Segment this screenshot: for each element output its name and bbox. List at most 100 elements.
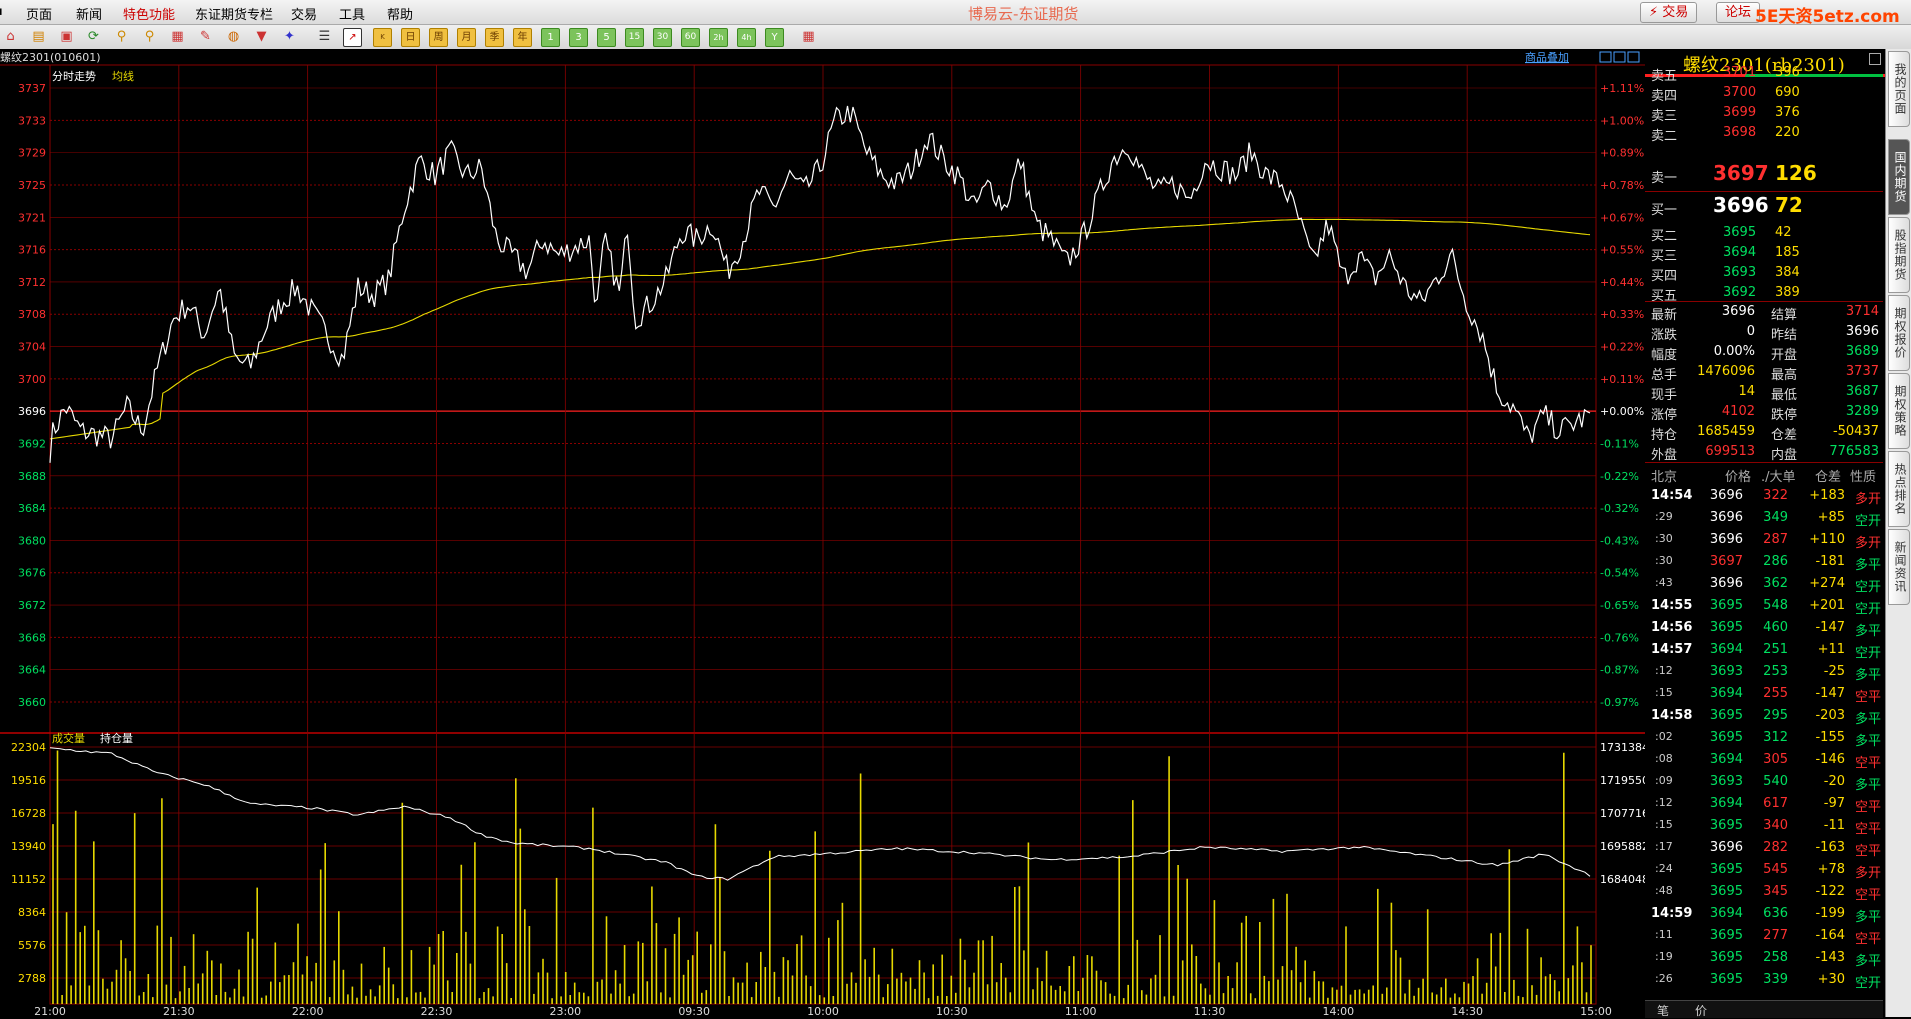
period-week[interactable]: 周 <box>429 28 448 47</box>
period-2h[interactable]: 2h <box>709 28 728 47</box>
trade-button[interactable]: ⚡ 交易 <box>1640 2 1698 23</box>
tick-row[interactable]: :26 3695 339 +30 空开 <box>1645 969 1883 991</box>
tick-row[interactable]: :48 3695 345 -122 空平 <box>1645 881 1883 903</box>
ask-row[interactable]: 卖三 3699 376 <box>1645 103 1883 124</box>
tick-price: 3696 <box>1709 510 1743 525</box>
folder-icon[interactable]: ▤ <box>30 28 47 45</box>
tick-row[interactable]: :30 3697 286 -181 多平 <box>1645 551 1883 573</box>
tick-row[interactable]: :30 3696 287 +110 多开 <box>1645 529 1883 551</box>
period-30m[interactable]: 30 <box>653 28 672 47</box>
bid-row[interactable]: 买三 3694 185 <box>1645 243 1883 264</box>
zoom-out-icon[interactable]: ⚲ <box>141 28 158 45</box>
list-icon[interactable]: ☰ <box>316 28 333 45</box>
tab-by-trade[interactable]: 笔 <box>1657 1002 1669 1019</box>
period-year[interactable]: 年 <box>513 28 532 47</box>
paint-icon[interactable]: ◍ <box>225 28 242 45</box>
sidebar-tab-options-quote[interactable]: 期权报价 <box>1888 295 1910 371</box>
period-60m[interactable]: 60 <box>681 28 700 47</box>
bid-volume: 384 <box>1775 265 1800 280</box>
overlay-button[interactable]: 商品叠加 <box>1525 50 1569 64</box>
stat-label: 持仓 <box>1651 428 1678 443</box>
tick-row[interactable]: 14:59 3694 636 -199 多平 <box>1645 903 1883 925</box>
tick-time: :48 <box>1655 884 1673 897</box>
tick-row[interactable]: 14:58 3695 295 -203 多平 <box>1645 705 1883 727</box>
kline-icon[interactable]: K <box>373 28 392 47</box>
tick-row[interactable]: :15 3695 340 -11 空平 <box>1645 815 1883 837</box>
period-5m[interactable]: 5 <box>597 28 616 47</box>
filter-icon[interactable]: ▼ <box>253 28 270 45</box>
tick-row[interactable]: :12 3694 617 -97 空平 <box>1645 793 1883 815</box>
menu-news[interactable]: 新闻 <box>76 4 102 23</box>
tick-row[interactable]: :24 3695 545 +78 多开 <box>1645 859 1883 881</box>
stat-row: 涨停 4102 跌停 3289 <box>1645 402 1883 423</box>
period-quarter[interactable]: 季 <box>485 28 504 47</box>
tick-row[interactable]: :08 3694 305 -146 空平 <box>1645 749 1883 771</box>
tick-row[interactable]: :09 3693 540 -20 多平 <box>1645 771 1883 793</box>
time-label: 14:00 <box>1322 1005 1354 1017</box>
tick-row[interactable]: :02 3695 312 -155 多平 <box>1645 727 1883 749</box>
time-label: 11:30 <box>1194 1005 1226 1017</box>
timeshare-chart[interactable]: 螺纹2301(010601) 商品叠加 3737 +1.11% 3733 +1.00% 37… <box>0 49 1645 1017</box>
ask-row[interactable]: 卖五 3701 396 <box>1645 63 1883 84</box>
period-4h[interactable]: 4h <box>737 28 756 47</box>
tick-row[interactable]: 14:56 3695 460 -147 多平 <box>1645 617 1883 639</box>
sidebar-tab-news[interactable]: 新闻资讯 <box>1888 529 1910 605</box>
timeshare-icon[interactable]: ↗ <box>343 28 362 47</box>
tick-row[interactable]: :12 3693 253 -25 多平 <box>1645 661 1883 683</box>
bid-1-row[interactable]: 买一 3696 72 <box>1645 193 1883 221</box>
ask-row[interactable]: 卖四 3700 690 <box>1645 83 1883 104</box>
home-icon[interactable]: ⌂ <box>2 28 19 45</box>
menu-trade[interactable]: 交易 <box>291 4 317 23</box>
tick-row[interactable]: :17 3696 282 -163 空平 <box>1645 837 1883 859</box>
menu-features[interactable]: 特色功能 <box>123 4 175 23</box>
period-15m[interactable]: 15 <box>625 28 644 47</box>
tick-row[interactable]: 14:54 3696 322 +183 多开 <box>1645 485 1883 507</box>
period-1m[interactable]: 1 <box>541 28 560 47</box>
sidebar-tab-options-strategy[interactable]: 期权策略 <box>1888 373 1910 449</box>
window-icon[interactable]: ▦ <box>169 28 186 45</box>
sidebar-tab-hot-ranking[interactable]: 热点排名 <box>1888 451 1910 527</box>
menu-page[interactable]: 页面 <box>26 4 52 23</box>
bid-row[interactable]: 买二 3695 42 <box>1645 223 1883 244</box>
tick-row[interactable]: :15 3694 255 -147 空平 <box>1645 683 1883 705</box>
sidebar-tab-domestic-futures[interactable]: 国内期货 <box>1888 139 1910 215</box>
tick-oi-change: -97 <box>1823 796 1845 811</box>
calendar-icon[interactable]: ▦ <box>800 28 817 45</box>
tick-oi-change: -122 <box>1815 884 1845 899</box>
ask-1-row[interactable]: 卖一 3697 126 <box>1645 161 1883 189</box>
zoom-in-icon[interactable]: ⚲ <box>113 28 130 45</box>
menu-tools[interactable]: 工具 <box>339 4 365 23</box>
period-month[interactable]: 月 <box>457 28 476 47</box>
menu-stub[interactable]: ▪ <box>0 4 3 19</box>
bid-row[interactable]: 买四 3693 384 <box>1645 263 1883 284</box>
stat-value: 3696 <box>1721 304 1755 319</box>
tick-oi-change: +11 <box>1817 642 1845 657</box>
tick-row[interactable]: :11 3695 277 -164 空平 <box>1645 925 1883 947</box>
news-icon[interactable]: ▣ <box>58 28 75 45</box>
tick-row[interactable]: 14:57 3694 251 +11 空开 <box>1645 639 1883 661</box>
sidebar-tab-index-futures[interactable]: 股指期货 <box>1888 217 1910 293</box>
sidebar-tab-my-page[interactable]: 我的页面 <box>1888 51 1910 127</box>
refresh-icon[interactable]: ⟳ <box>85 28 102 45</box>
period-y[interactable]: Y <box>765 28 784 47</box>
tick-row[interactable]: :43 3696 362 +274 空开 <box>1645 573 1883 595</box>
stat-row: 总手 1476096 最高 3737 <box>1645 362 1883 383</box>
menu-broker-column[interactable]: 东证期货专栏 <box>195 4 273 23</box>
tick-row[interactable]: 14:55 3695 548 +201 空开 <box>1645 595 1883 617</box>
tick-oi-change: +85 <box>1817 510 1845 525</box>
forum-button[interactable]: 论坛 <box>1716 2 1761 23</box>
bid-row[interactable]: 买五 3692 389 <box>1645 283 1883 304</box>
pen-icon[interactable]: ✎ <box>197 28 214 45</box>
period-3m[interactable]: 3 <box>569 28 588 47</box>
ask-row[interactable]: 卖二 3698 220 <box>1645 123 1883 144</box>
period-day[interactable]: 日 <box>401 28 420 47</box>
stat-label: 涨停 <box>1651 408 1678 423</box>
bid-price: 3694 <box>1723 245 1757 260</box>
tab-by-price[interactable]: 价 <box>1695 1002 1707 1019</box>
tick-price: 3694 <box>1709 906 1743 921</box>
tick-row[interactable]: :29 3696 349 +85 空开 <box>1645 507 1883 529</box>
stat-label: 结算 <box>1771 308 1798 323</box>
tick-row[interactable]: :19 3695 258 -143 多平 <box>1645 947 1883 969</box>
tools-icon[interactable]: ✦ <box>281 28 298 45</box>
menu-help[interactable]: 帮助 <box>387 4 413 23</box>
